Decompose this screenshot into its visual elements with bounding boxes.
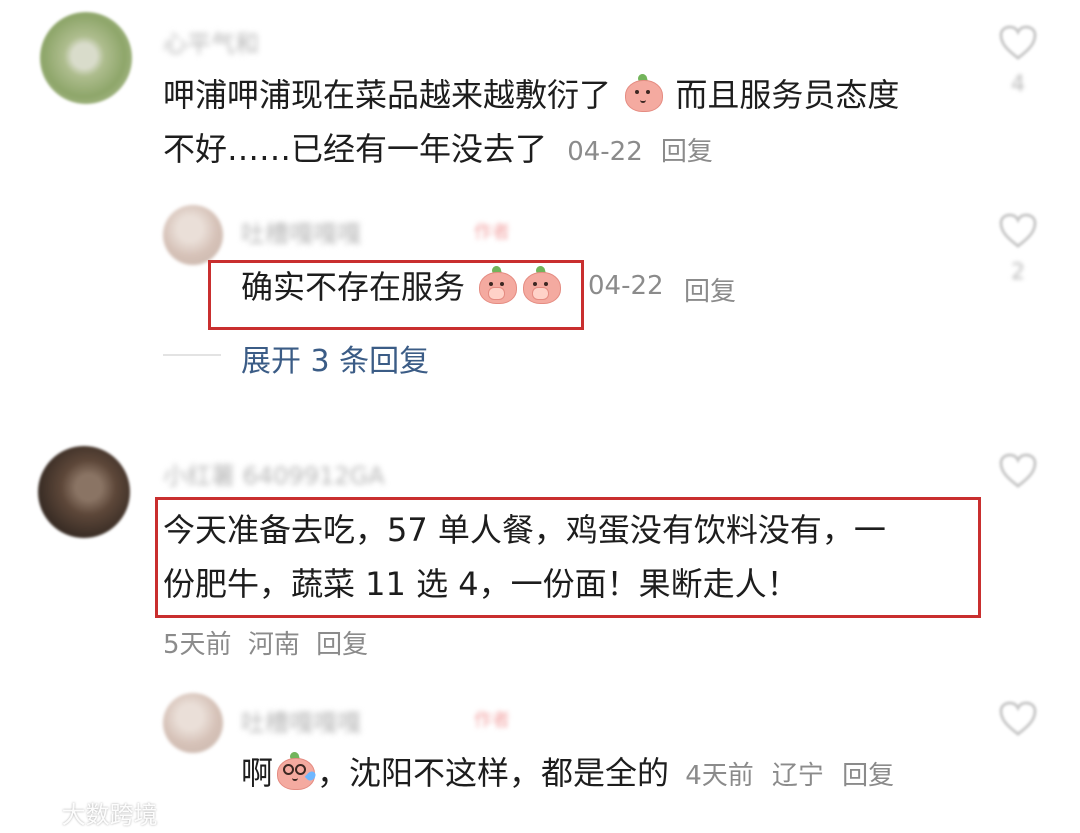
avatar[interactable] [163,205,223,265]
author-tag: 作者 [474,710,510,731]
like-control[interactable] [992,452,1044,490]
comment-meta: 5天前 河南 回复 [163,624,368,661]
reply-author-name[interactable]: 吐槽嘎嘎嘎 [241,214,361,249]
covering-mouth-emoji-icon [520,264,562,304]
comment-text-line-2: 不好……已经有一年没去了 04-22 回复 [163,122,713,179]
heart-icon[interactable] [992,212,1044,250]
comment-date: 04-22 [567,137,643,167]
reply-button[interactable]: 回复 [661,137,713,167]
author-tag: 作者 [474,222,510,243]
avatar[interactable] [163,693,223,753]
heart-icon[interactable] [992,24,1044,62]
comment-text-line-1: 呷浦呷浦现在菜品越来越敷衍了 而且服务员态度 [163,68,899,122]
comment-text-line-2: 份肥牛，蔬菜 11 选 4，一份面！果断走人！ [163,565,799,603]
commenter-name[interactable]: 心平气和 [163,24,259,59]
nervous-glasses-emoji-icon [274,750,318,790]
covering-mouth-emoji-icon [476,264,518,304]
reply-text-prefix: 啊 [241,754,274,792]
avatar[interactable] [40,12,132,104]
comment-time: 5天前 [163,630,232,660]
expand-replies-button[interactable]: 展开 3 条回复 [241,336,429,380]
reply-button[interactable]: 回复 [842,761,894,791]
reply-button[interactable]: 回复 [316,630,368,660]
divider [163,354,221,356]
reply-text-line: 啊 ，沈阳不这样，都是全的 4天前 辽宁 回复 [241,746,894,803]
reply-text: 确实不存在服务 [241,268,466,306]
reply-author-name[interactable]: 吐槽嘎嘎嘎 [241,703,361,738]
reply-text-suffix: ，沈阳不这样，都是全的 [317,754,670,792]
comment-text-line-2-text: 不好……已经有一年没去了 [163,130,548,168]
heart-icon[interactable] [992,452,1044,490]
smile-emoji-icon [622,72,664,112]
avatar[interactable] [38,446,130,538]
reply-button[interactable]: 回复 [684,271,736,308]
reply-location: 辽宁 [771,761,824,791]
like-count: 4 [1011,72,1025,97]
like-control[interactable]: 4 [992,24,1044,97]
heart-icon[interactable] [992,700,1044,738]
comment-text-part-1: 呷浦呷浦现在菜品越来越敷衍了 [163,76,612,114]
like-control[interactable] [992,700,1044,738]
like-control[interactable]: 2 [992,212,1044,285]
comment-text-line-1: 今天准备去吃，57 单人餐，鸡蛋没有饮料没有，一 [163,511,886,549]
comment-text-part-2: 而且服务员态度 [675,76,900,114]
watermark: 大数跨境 [10,795,158,830]
like-count: 2 [1011,260,1025,285]
reply-date: 04-22 [588,271,664,301]
reply-text-line: 确实不存在服务 [241,260,563,314]
reply-time: 4天前 [685,761,754,791]
brand-logo-icon [10,803,50,827]
commenter-name[interactable]: 小红薯 6409912GA [163,456,385,491]
watermark-text: 大数跨境 [61,801,158,829]
comment-location: 河南 [247,630,300,660]
